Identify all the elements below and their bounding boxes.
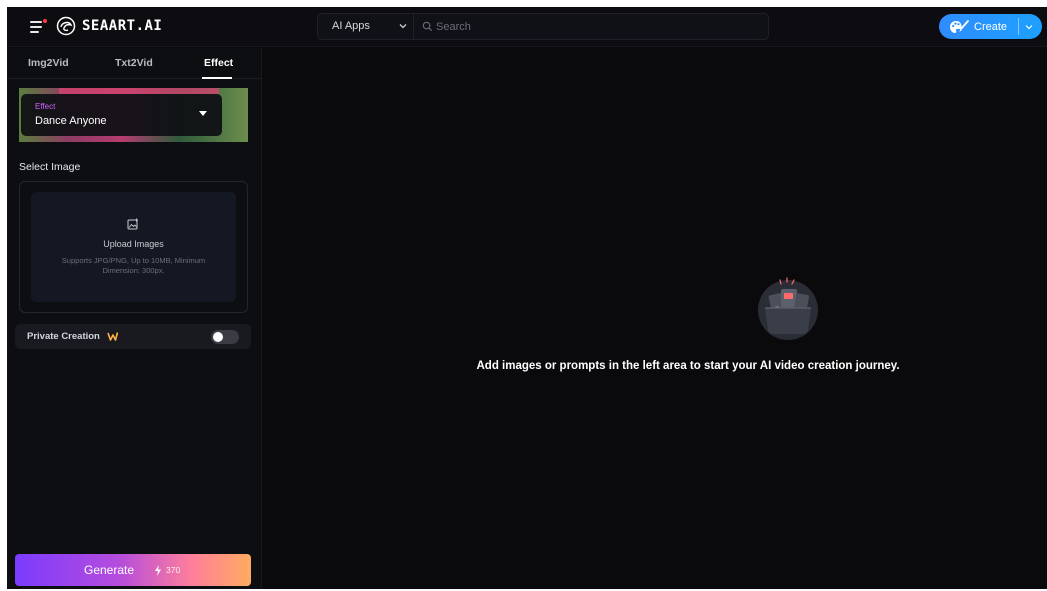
upload-dropzone[interactable]: Upload Images Supports JPG/PNG, Up to 10… xyxy=(31,192,236,302)
top-header: SEAART.AI AI Apps Search Create xyxy=(7,7,1047,47)
upload-container: Upload Images Supports JPG/PNG, Up to 10… xyxy=(19,181,248,313)
pro-badge-icon xyxy=(107,332,118,341)
private-creation-row: Private Creation xyxy=(15,324,251,349)
upload-title: Upload Images xyxy=(103,239,164,249)
create-button[interactable]: Create xyxy=(939,14,1017,39)
effect-dropdown-value: Dance Anyone xyxy=(35,115,107,127)
search-icon xyxy=(422,21,433,32)
image-upload-icon xyxy=(127,218,138,230)
generate-button[interactable]: Generate 370 xyxy=(15,554,251,586)
apps-dropdown-label: AI Apps xyxy=(332,20,370,32)
logo-icon xyxy=(56,16,76,36)
app-window: SEAART.AI AI Apps Search Create Img2Vid … xyxy=(7,7,1047,589)
create-button-label: Create xyxy=(974,20,1008,33)
menu-icon[interactable] xyxy=(30,19,47,33)
select-image-label: Select Image xyxy=(19,161,81,173)
chevron-down-icon xyxy=(399,24,407,29)
tab-img2vid[interactable]: Img2Vid xyxy=(28,57,69,69)
chevron-down-icon[interactable] xyxy=(1023,21,1035,33)
tab-effect[interactable]: Effect xyxy=(204,57,233,69)
bolt-icon xyxy=(155,565,161,576)
active-tab-indicator xyxy=(202,77,232,79)
empty-folder-illustration xyxy=(758,277,818,340)
logo-text: SEAART.AI xyxy=(82,18,163,34)
main-workspace: Add images or prompts in the left area t… xyxy=(263,48,1047,589)
search-input[interactable] xyxy=(436,17,756,36)
private-creation-label: Private Creation xyxy=(27,331,100,342)
empty-state-message: Add images or prompts in the left area t… xyxy=(476,360,900,372)
create-button-group: Create xyxy=(939,14,1042,39)
caret-down-icon xyxy=(199,111,207,116)
effect-dropdown[interactable]: Effect Dance Anyone xyxy=(21,94,222,136)
private-creation-toggle[interactable] xyxy=(211,330,239,344)
apps-dropdown[interactable]: AI Apps xyxy=(318,14,414,39)
palette-brush-icon xyxy=(950,19,969,33)
tab-txt2vid[interactable]: Txt2Vid xyxy=(115,57,153,69)
create-divider xyxy=(1018,18,1019,35)
logo[interactable]: SEAART.AI xyxy=(56,16,162,36)
generate-label: Generate xyxy=(84,563,135,577)
effect-dropdown-caption: Effect xyxy=(35,102,56,111)
mode-tabs: Img2Vid Txt2Vid Effect xyxy=(7,48,262,79)
toggle-knob xyxy=(213,332,223,342)
search-bar: AI Apps xyxy=(317,13,769,40)
upload-hint: Supports JPG/PNG, Up to 10MB, Minimum Di… xyxy=(61,256,206,275)
left-panel: Img2Vid Txt2Vid Effect Effect Dance Anyo… xyxy=(7,48,262,589)
generate-cost: 370 xyxy=(166,565,181,575)
